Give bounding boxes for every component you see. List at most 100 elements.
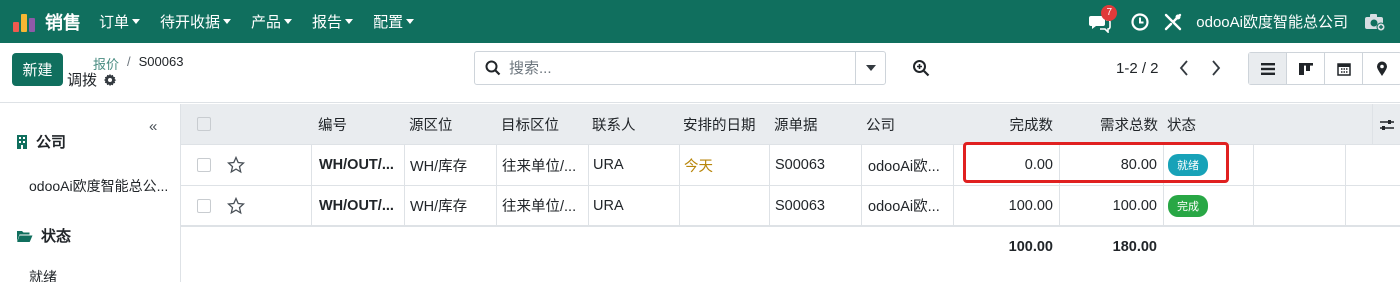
- main-menu: 订单 待开收据 产品 报告 配置: [99, 11, 434, 32]
- cell-origin: S00063: [769, 186, 861, 225]
- building-icon: [17, 134, 27, 149]
- col-source-location[interactable]: 源区位: [409, 104, 453, 144]
- menu-orders-label: 订单: [99, 14, 130, 31]
- cell-scheduled-date: [679, 186, 769, 225]
- sales-app-icon: [12, 10, 36, 34]
- navbar-systray: 7 odooAi欧度智能总公司: [1089, 0, 1400, 43]
- menu-configuration[interactable]: 配置: [373, 11, 415, 32]
- search-icon: [485, 60, 501, 76]
- user-avatar-icon[interactable]: [1364, 11, 1386, 33]
- table-header: 编号 源区位 目标区位 联系人 安排的日期 源单据 公司 完成数 需求总数 状态: [181, 104, 1400, 145]
- cell-ref: WH/OUT/...: [311, 186, 404, 225]
- status-badge: 完成: [1168, 194, 1208, 217]
- page-title-text: 调拨: [67, 72, 98, 89]
- chevron-down-icon: [284, 19, 293, 24]
- col-destination-location[interactable]: 目标区位: [501, 104, 559, 144]
- cell-source-location: WH/库存: [404, 145, 496, 185]
- row-select-cell: [197, 186, 211, 225]
- col-contact[interactable]: 联系人: [592, 104, 636, 144]
- control-panel: 新建 报价 / S00063 调拨 1-2 / 2: [0, 43, 1400, 103]
- cell-state: 完成: [1163, 186, 1253, 225]
- col-company[interactable]: 公司: [866, 104, 895, 144]
- menu-products-label: 产品: [251, 14, 282, 31]
- table-footer: 100.00 180.00: [181, 227, 1400, 266]
- calendar-icon: [1336, 62, 1351, 76]
- col-scheduled-date[interactable]: 安排的日期: [683, 104, 756, 144]
- top-navbar: 销售 订单 待开收据 产品 报告 配置 7 odooAi欧度智能总公司: [0, 0, 1400, 43]
- star-icon[interactable]: [227, 156, 245, 174]
- tools-icon[interactable]: [1163, 12, 1183, 32]
- menu-configuration-label: 配置: [373, 14, 404, 31]
- status-heading-label: 状态: [41, 228, 72, 245]
- cell-source-location: WH/库存: [404, 186, 496, 225]
- unread-badge: 7: [1101, 4, 1118, 21]
- search-bar: [474, 51, 886, 85]
- chevron-down-icon: [406, 19, 415, 24]
- app-brand[interactable]: 销售: [12, 9, 81, 35]
- search-input[interactable]: [509, 59, 849, 77]
- messaging-button[interactable]: 7: [1089, 4, 1118, 34]
- zoom-in-icon[interactable]: [912, 59, 930, 77]
- cell-destination-location: 往来单位/...: [496, 145, 588, 185]
- col-demand[interactable]: 需求总数: [1059, 104, 1158, 144]
- map-pin-icon: [1377, 61, 1387, 76]
- company-switcher[interactable]: odooAi欧度智能总公司: [1196, 11, 1348, 32]
- col-quantity-done[interactable]: 完成数: [957, 104, 1054, 144]
- status-filter-item[interactable]: 就绪: [29, 267, 57, 282]
- row-checkbox[interactable]: [197, 198, 211, 213]
- col-state[interactable]: 状态: [1167, 104, 1196, 144]
- table-row[interactable]: WH/OUT/... WH/库存 往来单位/... URA S00063 odo…: [181, 186, 1400, 227]
- menu-reporting[interactable]: 报告: [312, 11, 354, 32]
- pager-value[interactable]: 1-2 / 2: [1116, 60, 1159, 77]
- cell-demand: 100.00: [1059, 186, 1163, 225]
- caret-down-icon: [865, 65, 876, 71]
- menu-to-invoice-label: 待开收据: [160, 14, 221, 31]
- company-filter-item[interactable]: odooAi欧度智能总公...: [29, 176, 168, 196]
- breadcrumb-current[interactable]: S00063: [139, 54, 184, 73]
- select-all-checkbox[interactable]: [197, 117, 211, 131]
- list-view-button[interactable]: [1249, 53, 1287, 84]
- row-select-cell: [197, 145, 211, 185]
- collapse-panel-button[interactable]: «: [149, 118, 157, 135]
- cell-company: odooAi欧...: [861, 186, 953, 225]
- total-quantity-done: 100.00: [1008, 238, 1053, 255]
- map-view-button[interactable]: [1363, 53, 1400, 84]
- cell-company: odooAi欧...: [861, 145, 953, 185]
- total-demand: 180.00: [1112, 238, 1157, 255]
- menu-orders[interactable]: 订单: [99, 11, 141, 32]
- col-origin[interactable]: 源单据: [774, 104, 818, 144]
- optional-columns-button[interactable]: [1372, 104, 1400, 145]
- list-icon: [1260, 62, 1275, 75]
- chevron-down-icon: [345, 19, 354, 24]
- cell-scheduled-date: 今天: [679, 145, 769, 185]
- cell-contact: URA: [588, 186, 679, 225]
- menu-to-invoice[interactable]: 待开收据: [160, 11, 232, 32]
- ref-text: WH/OUT/...: [319, 197, 394, 214]
- menu-products[interactable]: 产品: [251, 11, 293, 32]
- cell-contact: URA: [588, 145, 679, 185]
- gear-icon[interactable]: [103, 73, 117, 87]
- chevron-right-icon[interactable]: [1206, 57, 1226, 79]
- breadcrumb-separator: /: [127, 54, 131, 69]
- company-heading-label: 公司: [36, 134, 67, 151]
- view-switcher: [1248, 52, 1400, 85]
- folder-open-icon: [17, 230, 33, 242]
- cell-ref: WH/OUT/...: [311, 145, 404, 185]
- select-all-cell: [197, 104, 211, 144]
- search-options-toggle[interactable]: [855, 52, 885, 84]
- kanban-icon: [1298, 62, 1313, 75]
- new-button[interactable]: 新建: [12, 53, 63, 86]
- col-ref[interactable]: 编号: [318, 104, 347, 144]
- chevron-left-icon[interactable]: [1174, 57, 1194, 79]
- company-filter-heading: 公司: [16, 131, 66, 152]
- clock-icon[interactable]: [1130, 12, 1150, 32]
- row-checkbox[interactable]: [197, 158, 211, 172]
- kanban-view-button[interactable]: [1287, 53, 1325, 84]
- star-icon[interactable]: [227, 196, 245, 215]
- calendar-view-button[interactable]: [1325, 53, 1363, 84]
- menu-reporting-label: 报告: [312, 14, 343, 31]
- ref-text: WH/OUT/...: [319, 157, 394, 173]
- transfers-list: 编号 源区位 目标区位 联系人 安排的日期 源单据 公司 完成数 需求总数 状态…: [181, 104, 1400, 266]
- priority-star-cell: [227, 145, 245, 185]
- cell-spacer: [1253, 145, 1345, 185]
